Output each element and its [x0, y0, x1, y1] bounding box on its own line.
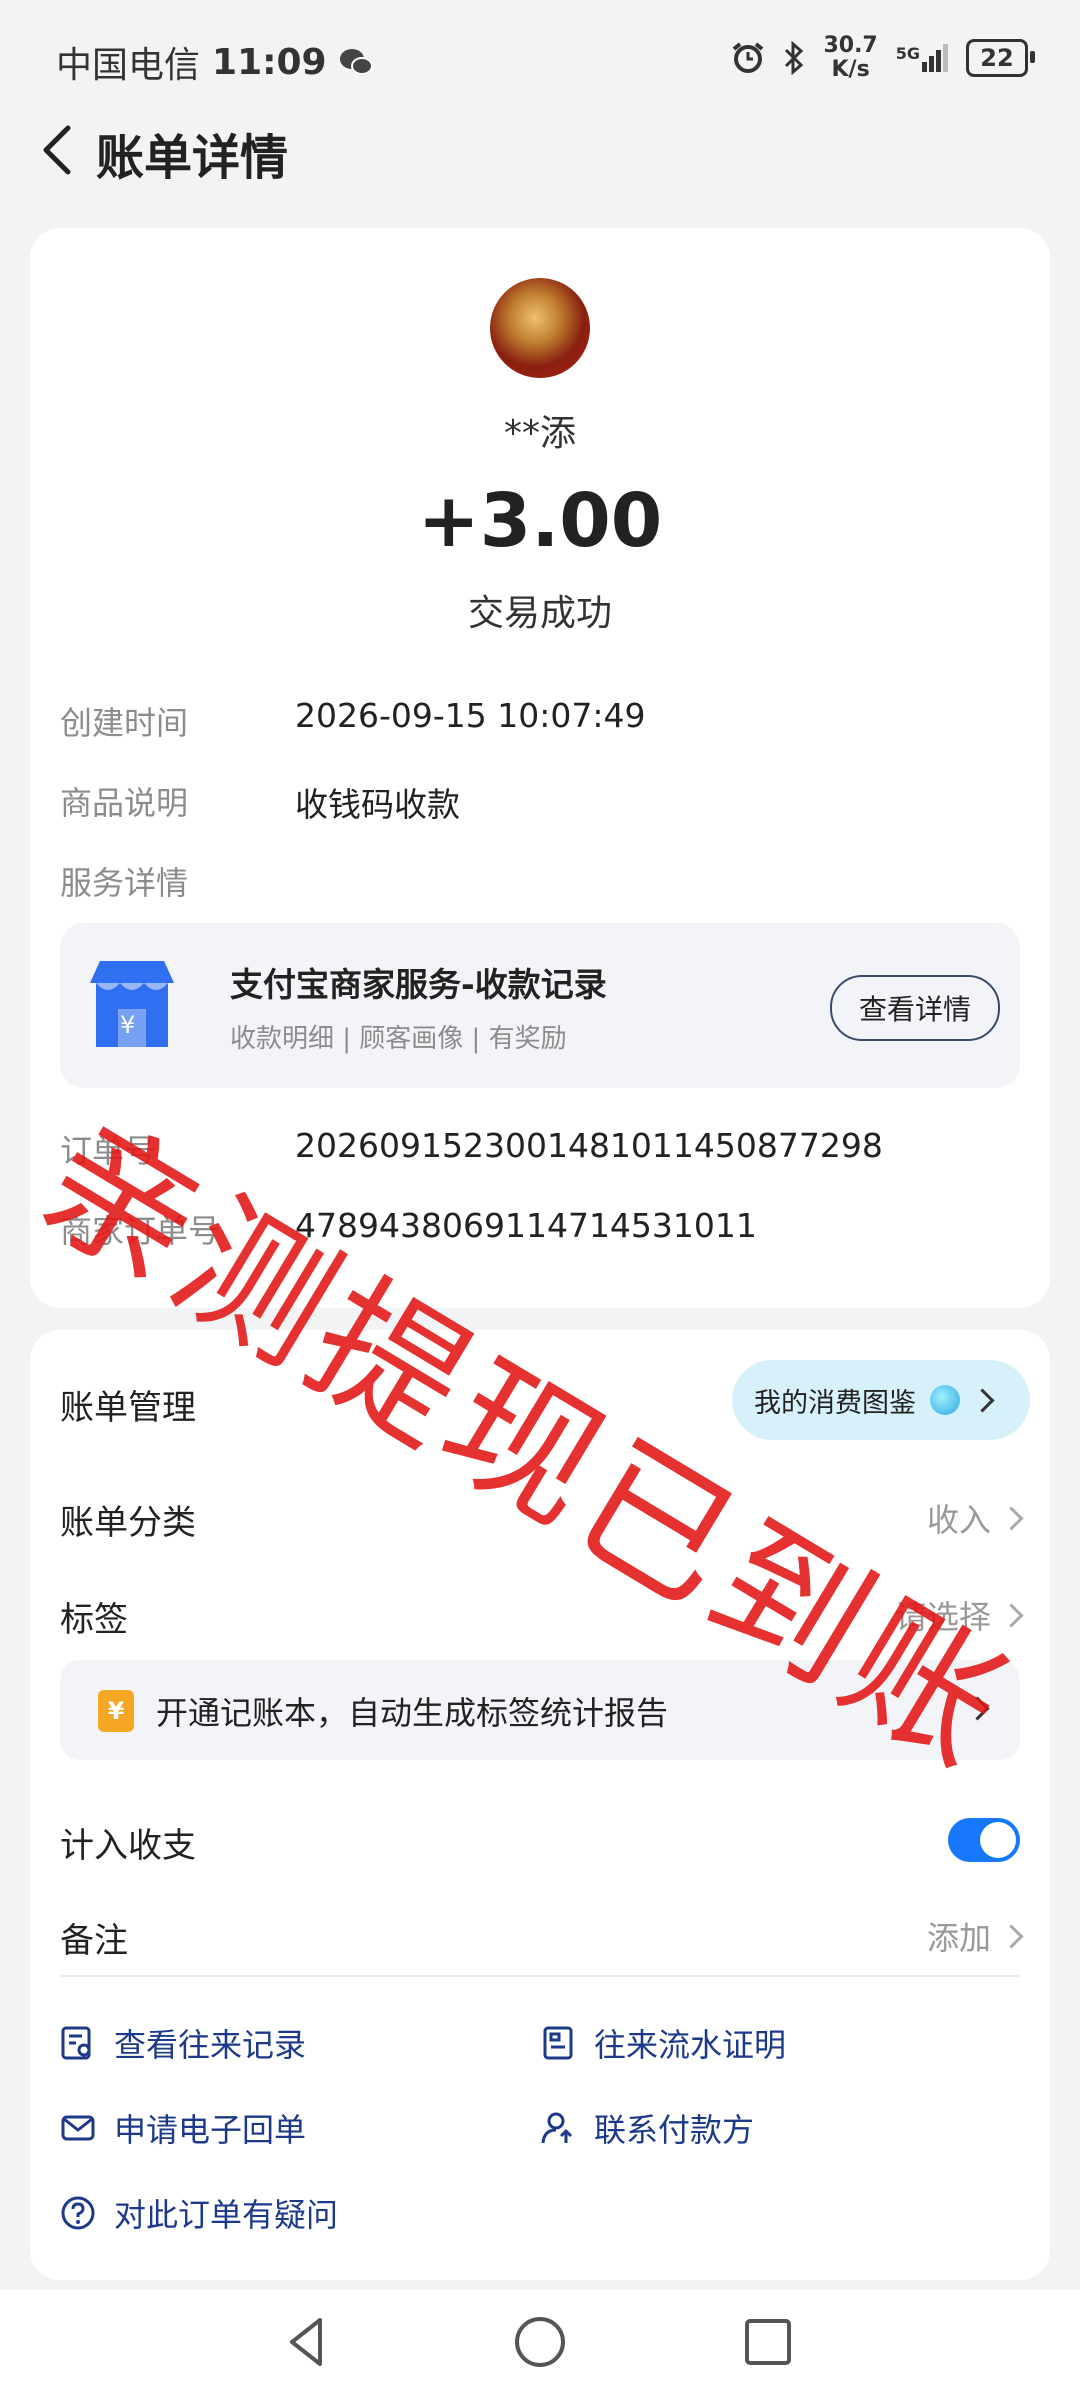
tag-label: 标签: [60, 1600, 128, 1640]
order-number-value: 2026091523001481011450877298: [295, 1126, 883, 1165]
battery-level: 22: [980, 44, 1014, 72]
merchant-service-title: 支付宝商家服务-收款记录: [230, 965, 607, 1004]
chevron-right-icon: [999, 1602, 1024, 1628]
view-history-link[interactable]: 查看往来记录: [60, 2020, 306, 2066]
transaction-status: 交易成功: [467, 593, 612, 634]
network-speed: 30.7 K/s: [823, 34, 877, 82]
status-bar-right: 30.7 K/s 5G 22: [731, 34, 1035, 82]
bill-category-label: 账单分类: [60, 1503, 196, 1543]
user-upload-icon: [541, 2112, 573, 2144]
chevron-right-icon: [970, 1387, 995, 1413]
app-header: 账单详情: [0, 110, 1080, 190]
carrier-name: 中国电信: [56, 45, 201, 86]
network-type: 5G: [895, 44, 920, 63]
tag-selector[interactable]: 请选择: [894, 1592, 1024, 1638]
alarm-icon: [733, 42, 764, 73]
ledger-promo-text: 开通记账本，自动生成标签统计报告: [156, 1694, 669, 1732]
avatar: [490, 278, 590, 378]
merchant-order-label: 商家订单号: [60, 1212, 221, 1250]
bluetooth-icon: [785, 41, 804, 75]
statement-proof-label: 往来流水证明: [594, 2026, 787, 2064]
speed-unit: K/s: [831, 57, 870, 82]
note-value: 添加: [926, 1919, 991, 1957]
nav-back-icon[interactable]: [278, 2312, 338, 2372]
nav-recents-icon[interactable]: [738, 2312, 798, 2372]
clock: 11:09: [212, 41, 327, 83]
e-receipt-link[interactable]: 申请电子回单: [60, 2105, 306, 2151]
bill-category-selector[interactable]: 收入: [926, 1495, 1024, 1541]
toggle-knob: [980, 1822, 1016, 1858]
merchant-order-value: 4789438069114714531011: [295, 1206, 757, 1245]
page-title: 账单详情: [96, 130, 289, 186]
note-add-button[interactable]: 添加: [926, 1913, 1024, 1959]
bill-management-card: 账单管理 我的消费图鉴 账单分类 收入 标签 请选择 ¥ 开通记账本，自动生成标…: [30, 1330, 1050, 2280]
system-nav-bar: [0, 2290, 1080, 2388]
consumption-guide-button[interactable]: 我的消费图鉴: [732, 1360, 1030, 1440]
contact-payer-label: 联系付款方: [594, 2111, 755, 2149]
chevron-right-icon: [965, 1696, 990, 1721]
order-question-link[interactable]: 对此订单有疑问: [60, 2190, 338, 2236]
order-number-label: 订单号: [60, 1132, 157, 1170]
count-in-budget-label: 计入收支: [60, 1826, 196, 1866]
wechat-icon: [339, 49, 373, 75]
created-time-value: 2026-09-15 10:07:49: [295, 696, 646, 735]
ledger-promo-banner[interactable]: ¥ 开通记账本，自动生成标签统计报告: [60, 1660, 1020, 1760]
tag-value: 请选择: [894, 1598, 991, 1636]
order-question-label: 对此订单有疑问: [114, 2196, 339, 2234]
question-icon: [61, 2196, 95, 2230]
product-label: 商品说明: [60, 784, 189, 822]
statement-icon: [543, 2026, 573, 2060]
bubble-icon: [930, 1385, 960, 1415]
record-search-icon: [61, 2026, 91, 2060]
payer-name: **添: [503, 413, 576, 454]
e-receipt-label: 申请电子回单: [114, 2111, 307, 2149]
battery-icon: 22: [966, 39, 1035, 77]
chevron-right-icon: [999, 1505, 1024, 1531]
merchant-service-subtitle: 收款明细 | 顾客画像 | 有奖励: [230, 1024, 567, 1054]
bill-category-value: 收入: [926, 1501, 991, 1539]
divider: [60, 1975, 1020, 1977]
bill-management-title: 账单管理: [60, 1388, 196, 1428]
product-value: 收钱码收款: [295, 785, 460, 824]
consumption-guide-label: 我的消费图鉴: [754, 1387, 916, 1419]
statement-proof-link[interactable]: 往来流水证明: [540, 2020, 786, 2066]
store-icon: ¥: [90, 961, 174, 1047]
view-history-label: 查看往来记录: [114, 2026, 307, 2064]
signal-icon: 5G: [896, 44, 948, 72]
note-label: 备注: [60, 1921, 128, 1961]
transaction-card: **添 +3.00 交易成功 创建时间 2026-09-15 10:07:49 …: [30, 228, 1050, 1308]
view-details-button[interactable]: 查看详情: [830, 975, 1000, 1041]
contact-payer-link[interactable]: 联系付款方: [540, 2105, 754, 2151]
status-bar: 中国电信 11:09 30.7 K/s 5G 22: [0, 0, 1080, 120]
back-arrow-icon[interactable]: [30, 120, 90, 180]
speed-value: 30.7: [823, 33, 878, 58]
ledger-icon: ¥: [98, 1690, 134, 1732]
service-details-label: 服务详情: [60, 864, 189, 902]
created-time-label: 创建时间: [60, 704, 189, 742]
svg-text:¥: ¥: [120, 1011, 135, 1039]
count-in-budget-toggle[interactable]: [948, 1818, 1020, 1862]
status-bar-left: 中国电信 11:09: [56, 36, 373, 88]
envelope-icon: [61, 2115, 95, 2141]
nav-home-icon[interactable]: [510, 2312, 570, 2372]
merchant-service-card[interactable]: ¥ 支付宝商家服务-收款记录 收款明细 | 顾客画像 | 有奖励 查看详情: [60, 923, 1020, 1088]
transaction-amount: +3.00: [417, 478, 663, 564]
chevron-right-icon: [999, 1923, 1024, 1949]
